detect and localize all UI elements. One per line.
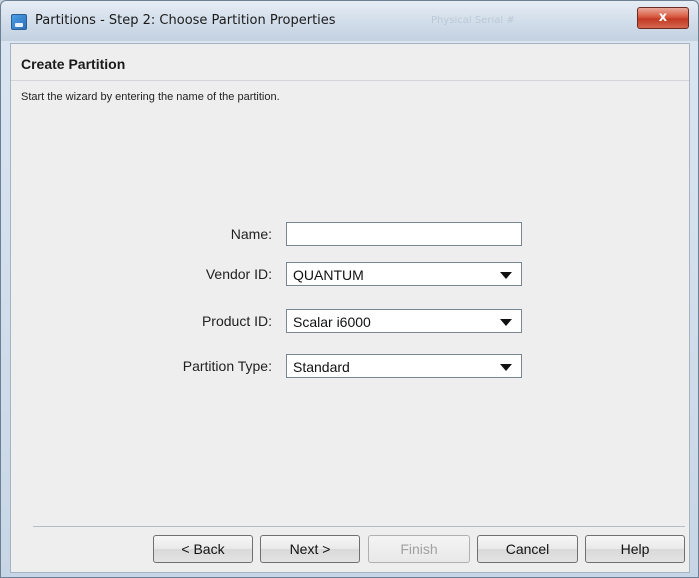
next-button[interactable]: Next > [260,535,360,563]
vendor-id-select[interactable]: QUANTUM [286,262,522,286]
title-bar[interactable]: Partitions - Step 2: Choose Partition Pr… [1,1,698,41]
chevron-down-icon [500,319,512,326]
window-title: Partitions - Step 2: Choose Partition Pr… [35,13,336,28]
partition-type-row: Partition Type: Standard [11,354,689,378]
close-icon: x [658,10,668,25]
back-button[interactable]: < Back [153,535,253,563]
close-button[interactable]: x [637,7,689,29]
vendor-id-value: QUANTUM [293,267,364,283]
help-button[interactable]: Help [585,535,685,563]
product-id-row: Product ID: Scalar i6000 [11,309,689,333]
product-id-value: Scalar i6000 [293,314,371,330]
name-row: Name: [11,222,689,246]
chevron-down-icon [500,272,512,279]
chevron-down-icon [500,364,512,371]
name-label: Name: [230,226,272,242]
partition-type-label: Partition Type: [182,358,272,374]
footer-divider [33,526,685,527]
dialog-window: Partitions - Step 2: Choose Partition Pr… [0,0,699,578]
product-id-label: Product ID: [201,313,272,329]
partition-type-value: Standard [293,359,350,375]
background-window-title: Physical Serial # [431,15,515,26]
vendor-id-label: Vendor ID: [205,266,272,282]
wizard-content: Create Partition Start the wizard by ent… [10,43,690,573]
vendor-id-row: Vendor ID: QUANTUM [11,262,689,286]
partition-wizard-icon [11,14,27,30]
header-divider [11,80,689,81]
partition-type-select[interactable]: Standard [286,354,522,378]
cancel-button[interactable]: Cancel [477,535,578,563]
product-id-select[interactable]: Scalar i6000 [286,309,522,333]
page-title: Create Partition [21,56,126,72]
finish-button[interactable]: Finish [368,535,470,563]
page-subtitle: Start the wizard by entering the name of… [21,91,280,103]
name-input[interactable] [286,222,522,246]
